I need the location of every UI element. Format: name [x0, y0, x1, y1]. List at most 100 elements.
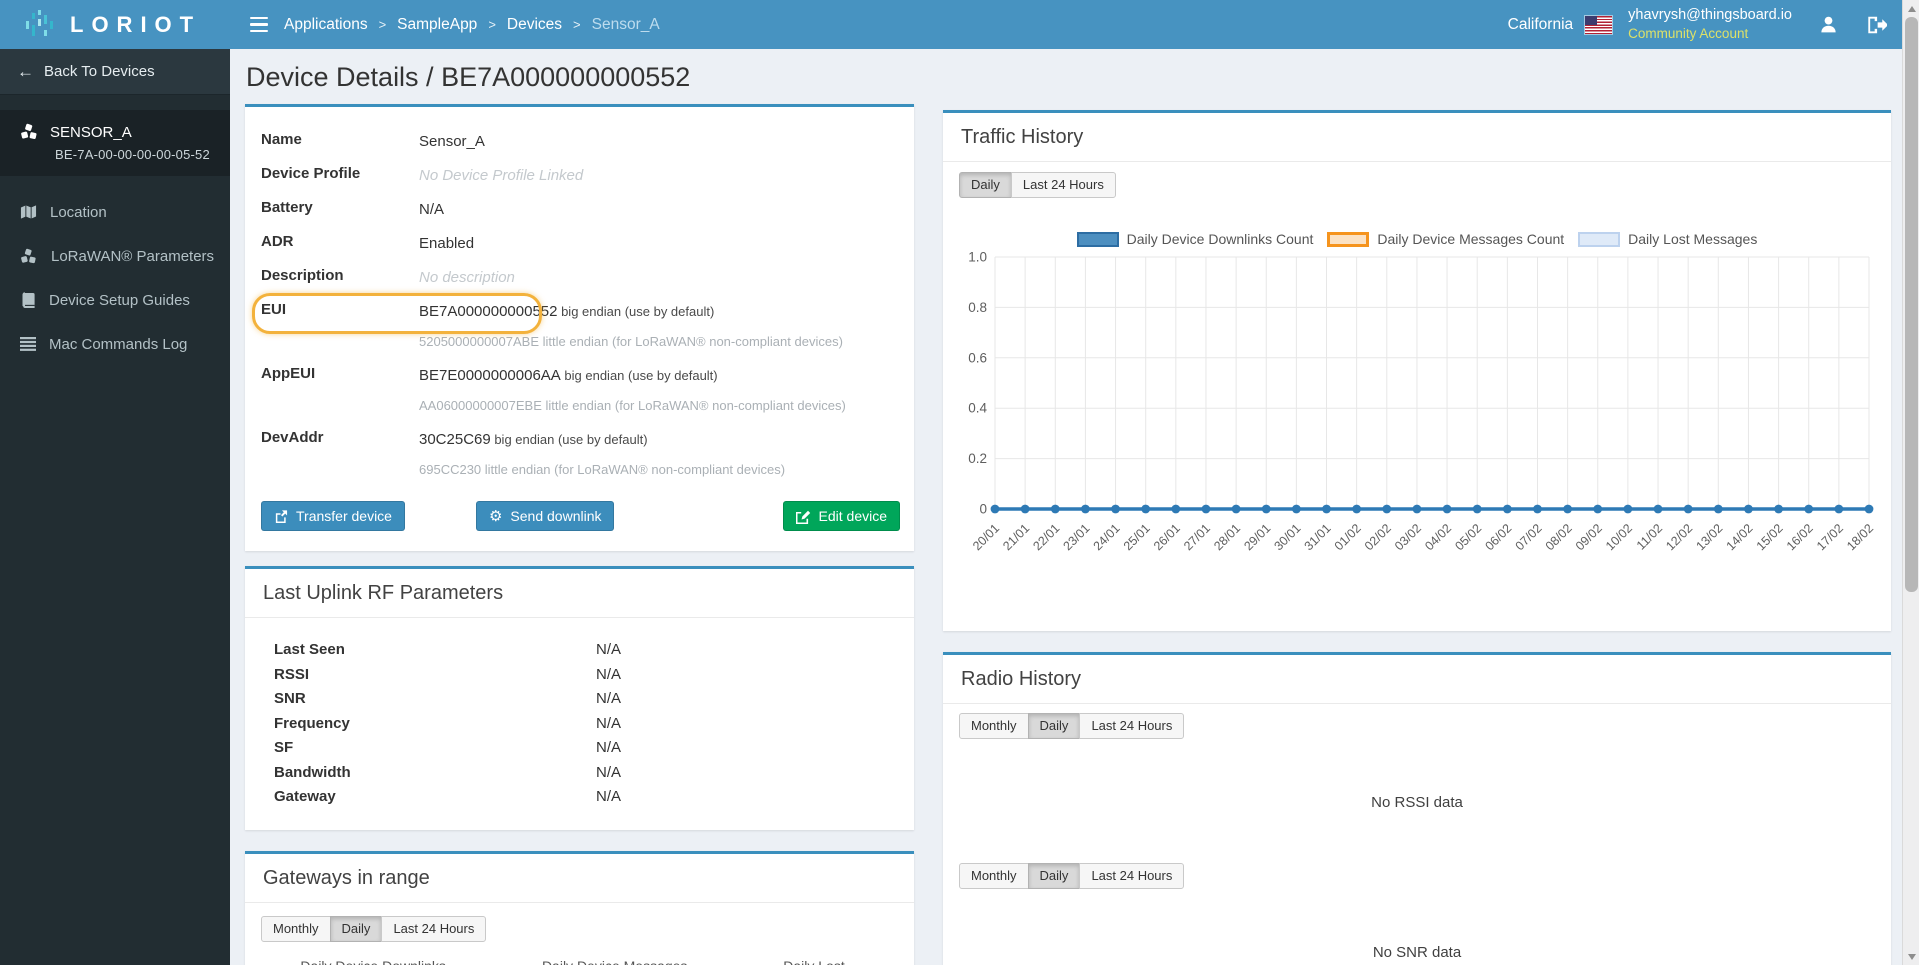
device-field-name: Name Sensor_A [261, 131, 896, 152]
sidebar-item-lorawan-parameters[interactable]: LoRaWAN® Parameters [0, 234, 230, 278]
menu-toggle-icon[interactable] [250, 16, 270, 33]
radio-history-title: Radio History [943, 655, 1891, 704]
svg-text:27/01: 27/01 [1181, 521, 1213, 553]
traffic-history-title: Traffic History [943, 113, 1891, 162]
svg-text:02/02: 02/02 [1362, 521, 1394, 553]
loriot-logo-pixels [26, 9, 53, 36]
tab-monthly[interactable]: Monthly [959, 713, 1029, 739]
radio-history-panel: Radio History Monthly Daily Last 24 Hour… [943, 652, 1891, 965]
svg-text:14/02: 14/02 [1724, 521, 1756, 553]
tab-last-24-hours[interactable]: Last 24 Hours [1079, 863, 1185, 889]
field-value: BE7A000000000552 [419, 303, 558, 320]
us-flag-icon[interactable] [1585, 15, 1613, 34]
logout-icon[interactable] [1865, 14, 1887, 36]
tab-last-24-hours[interactable]: Last 24 Hours [1079, 713, 1185, 739]
sidebar-item-label: Device Setup Guides [49, 291, 190, 309]
legend-item: Daily Device Downlinks Count [252, 958, 479, 965]
field-value: No description [419, 269, 515, 286]
send-downlink-button[interactable]: ⚙ Send downlink [475, 501, 615, 531]
breadcrumb-separator: > [573, 17, 581, 32]
tab-daily[interactable]: Daily [959, 172, 1012, 198]
svg-text:01/02: 01/02 [1332, 521, 1364, 553]
last-uplink-panel: Last Uplink RF Parameters Last Seen N/A R… [245, 566, 914, 830]
back-label: Back To Devices [44, 63, 155, 80]
gateways-legend-clipped: Daily Device Downlinks Count Daily Device… [245, 958, 914, 965]
field-suffix: big endian (use by default) [560, 368, 718, 383]
svg-text:25/01: 25/01 [1121, 521, 1153, 553]
tab-last-24-hours[interactable]: Last 24 Hours [381, 916, 487, 942]
svg-text:12/02: 12/02 [1663, 521, 1695, 553]
tab-daily[interactable]: Daily [1027, 863, 1081, 889]
gateways-title: Gateways in range [245, 854, 914, 903]
breadcrumb-sampleapp[interactable]: SampleApp [397, 16, 477, 34]
uplink-row-gateway: Gateway N/A [274, 788, 622, 805]
rssi-period-tabs: Monthly Daily Last 24 Hours [959, 713, 1185, 739]
field-value: No Device Profile Linked [419, 167, 584, 184]
sidebar-device-block[interactable]: SENSOR_A BE-7A-00-00-00-00-05-52 [0, 110, 230, 176]
svg-text:30/01: 30/01 [1271, 521, 1303, 553]
uplink-row-frequency: Frequency N/A [274, 714, 622, 732]
svg-text:29/01: 29/01 [1241, 521, 1273, 553]
legend-item: Daily Device Messages Count [493, 958, 720, 965]
svg-text:23/01: 23/01 [1061, 521, 1093, 553]
main-content: Device Details / BE7A000000000552 Name S… [230, 49, 1902, 965]
svg-text:13/02: 13/02 [1693, 521, 1725, 553]
device-field-battery: Battery N/A [261, 199, 896, 220]
scrollbar-thumb[interactable] [1905, 17, 1918, 592]
svg-text:26/01: 26/01 [1151, 521, 1183, 553]
svg-text:1.0: 1.0 [968, 250, 987, 265]
sidebar-item-device-setup-guides[interactable]: Device Setup Guides [0, 278, 230, 322]
svg-text:0.2: 0.2 [968, 451, 987, 466]
no-snr-data-message: No SNR data [1372, 944, 1462, 961]
back-to-devices-button[interactable]: ← Back To Devices [0, 49, 230, 95]
transfer-device-label: Transfer device [296, 508, 392, 524]
traffic-period-tabs: Daily Last 24 Hours [959, 172, 1116, 198]
scrollbar-up-arrow[interactable] [1903, 0, 1919, 17]
tab-daily[interactable]: Daily [329, 916, 383, 942]
loriot-logo[interactable]: LORIOT [0, 0, 230, 49]
field-label: Description [261, 267, 344, 284]
top-navbar: LORIOT Applications > SampleApp > Device… [0, 0, 1919, 49]
tab-last-24-hours[interactable]: Last 24 Hours [1010, 172, 1116, 198]
breadcrumb-current-device: Sensor_A [591, 15, 660, 33]
svg-text:05/02: 05/02 [1452, 521, 1484, 553]
tab-monthly[interactable]: Monthly [959, 863, 1029, 889]
svg-text:28/01: 28/01 [1211, 521, 1243, 553]
region-label[interactable]: California [1508, 16, 1573, 34]
uplink-row-last-seen: Last Seen N/A [274, 641, 622, 658]
device-cubes-icon [21, 123, 37, 140]
uplink-row-bandwidth: Bandwidth N/A [274, 763, 622, 781]
svg-text:10/02: 10/02 [1603, 521, 1635, 553]
scrollbar-down-arrow[interactable] [1903, 948, 1919, 965]
field-subvalue: 695CC230 little endian (for LoRaWAN® non… [419, 462, 786, 477]
breadcrumb-devices[interactable]: Devices [507, 16, 562, 34]
svg-text:31/01: 31/01 [1302, 521, 1334, 553]
sidebar-item-mac-commands-log[interactable]: Mac Commands Log [0, 322, 230, 366]
device-field-eui: EUI BE7A000000000552 big endian (use by … [252, 293, 896, 352]
sidebar-item-location[interactable]: Location [0, 190, 230, 234]
svg-text:0: 0 [979, 502, 987, 517]
brand-name: LORIOT [70, 11, 202, 37]
tab-daily[interactable]: Daily [1027, 713, 1081, 739]
tab-monthly[interactable]: Monthly [261, 916, 331, 942]
edit-device-label: Edit device [818, 508, 887, 524]
user-profile-icon[interactable] [1818, 14, 1839, 35]
edit-device-button[interactable]: Edit device [782, 501, 900, 531]
field-label: Device Profile [261, 165, 361, 182]
sidebar-device-name: SENSOR_A [50, 123, 132, 141]
breadcrumb-applications[interactable]: Applications [284, 16, 368, 34]
svg-text:04/02: 04/02 [1422, 521, 1454, 553]
svg-text:22/01: 22/01 [1030, 521, 1062, 553]
edit-icon [795, 510, 810, 524]
svg-text:15/02: 15/02 [1754, 521, 1786, 553]
svg-text:07/02: 07/02 [1513, 521, 1545, 553]
gateways-in-range-panel: Gateways in range Monthly Daily Last 24 … [245, 851, 914, 965]
sidebar-item-label: Location [50, 203, 107, 221]
svg-text:18/02: 18/02 [1844, 521, 1876, 553]
account-info[interactable]: yhavrysh@thingsboard.io Community Accoun… [1628, 6, 1792, 44]
svg-text:0.6: 0.6 [968, 350, 987, 365]
device-field-adr: ADR Enabled [261, 233, 896, 254]
traffic-history-chart: 0 0.2 0.4 0.6 0.8 1.0 20/0121/0122/0123/0124/0… [968, 250, 1876, 554]
transfer-device-button[interactable]: Transfer device [261, 501, 405, 531]
svg-text:06/02: 06/02 [1482, 521, 1514, 553]
